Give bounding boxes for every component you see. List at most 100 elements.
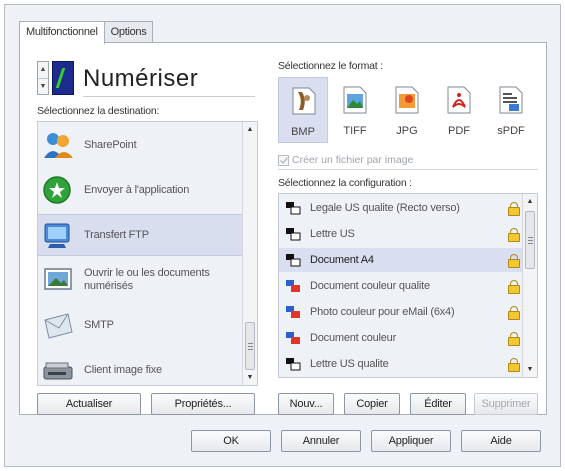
format-bmp[interactable]: BMP bbox=[278, 77, 328, 143]
refresh-button[interactable]: Actualiser bbox=[37, 393, 141, 415]
sharepoint-icon bbox=[42, 130, 74, 160]
page-title: Numériser bbox=[83, 65, 199, 92]
destination-item-label: Client image fixe bbox=[84, 363, 162, 376]
delete-button[interactable]: Supprimer bbox=[474, 393, 538, 415]
bw-document-icon bbox=[285, 253, 301, 267]
scroll-down-icon[interactable]: ▼ bbox=[243, 370, 257, 385]
scrollbar-thumb[interactable] bbox=[525, 211, 535, 269]
cancel-button[interactable]: Annuler bbox=[281, 430, 361, 452]
configuration-item[interactable]: Lettre US bbox=[279, 222, 522, 246]
configuration-item[interactable]: Photo couleur pour eMail (6x4) bbox=[279, 300, 522, 324]
configuration-item[interactable]: Lettre US qualite bbox=[279, 352, 522, 376]
destination-item-label: Transfert FTP bbox=[84, 228, 149, 241]
format-label: Sélectionnez le format : bbox=[278, 60, 383, 72]
destination-item-label: Envoyer à l'application bbox=[84, 183, 190, 196]
format-label-spdf: sPDF bbox=[497, 125, 525, 137]
checkbox-label: Créer un fichier par image bbox=[292, 154, 414, 166]
title-divider bbox=[83, 96, 255, 97]
destination-item-label: SMTP bbox=[84, 318, 114, 331]
configuration-item-label: Document A4 bbox=[310, 254, 374, 266]
lock-icon bbox=[508, 280, 520, 294]
tab-options[interactable]: Options bbox=[103, 21, 154, 43]
divider bbox=[278, 169, 538, 170]
destination-item-still-image-client[interactable]: Client image fixe bbox=[38, 349, 242, 385]
lock-icon bbox=[508, 358, 520, 372]
format-label-bmp: BMP bbox=[291, 126, 315, 138]
format-jpg[interactable]: JPG bbox=[382, 77, 432, 143]
bw-document-icon bbox=[285, 357, 301, 371]
scan-button-header: ▲ ▼ Numériser bbox=[37, 61, 255, 97]
lock-icon bbox=[508, 332, 520, 346]
configuration-item-label: Photo couleur pour eMail (6x4) bbox=[310, 306, 455, 318]
spdf-format-icon bbox=[497, 85, 525, 115]
tab-panel: ▲ ▼ Numériser Sélectionnez la destinatio… bbox=[19, 42, 547, 415]
properties-button[interactable]: Propriétés... bbox=[151, 393, 255, 415]
scroll-up-icon[interactable]: ▲ bbox=[243, 122, 257, 137]
configuration-item[interactable]: Document couleur bbox=[279, 326, 522, 350]
scan-button-badge-icon bbox=[52, 61, 74, 95]
configuration-scrollbar[interactable]: ▲ ▼ bbox=[522, 194, 537, 377]
spinner-up-icon[interactable]: ▲ bbox=[38, 62, 48, 78]
bw-document-icon bbox=[285, 201, 301, 215]
apply-button[interactable]: Appliquer bbox=[371, 430, 451, 452]
format-spdf[interactable]: sPDF bbox=[486, 77, 536, 143]
color-document-icon bbox=[285, 305, 301, 319]
destination-item-smtp[interactable]: SMTP bbox=[38, 304, 242, 346]
destination-item-send-to-application[interactable]: Envoyer à l'application bbox=[38, 169, 242, 211]
ok-button[interactable]: OK bbox=[191, 430, 271, 452]
bmp-format-icon bbox=[290, 86, 318, 116]
destination-list[interactable]: SharePoint Envoyer à l'application Trans… bbox=[37, 121, 258, 386]
one-file-per-image-checkbox[interactable] bbox=[278, 154, 289, 166]
destination-item-open-documents[interactable]: Ouvrir le ou les documents numérisés bbox=[38, 259, 242, 301]
format-tiff[interactable]: TIFF bbox=[330, 77, 380, 143]
configuration-item-label: Lettre US bbox=[310, 228, 355, 240]
scan-configuration-dialog: Multifonctionnel Options ▲ ▼ Numériser S… bbox=[4, 4, 561, 467]
one-file-per-image-option[interactable]: Créer un fichier par image bbox=[278, 154, 413, 166]
format-label-tiff: TIFF bbox=[343, 125, 367, 137]
lock-icon bbox=[508, 202, 520, 216]
tab-multifonctionnel[interactable]: Multifonctionnel bbox=[19, 21, 105, 44]
configuration-item-label: Legale US qualite (Recto verso) bbox=[310, 202, 460, 214]
configuration-item-label: Document couleur bbox=[310, 332, 397, 344]
color-document-icon bbox=[285, 279, 301, 293]
help-button[interactable]: Aide bbox=[461, 430, 541, 452]
still-image-client-icon bbox=[42, 355, 74, 385]
format-selector: BMP TIFF JPG PDF sPDF bbox=[278, 77, 538, 143]
smtp-email-icon bbox=[42, 310, 74, 340]
new-button[interactable]: Nouv... bbox=[278, 393, 334, 415]
color-document-icon bbox=[285, 331, 301, 345]
tab-bar: Multifonctionnel Options bbox=[19, 21, 154, 44]
copy-button[interactable]: Copier bbox=[344, 393, 400, 415]
lock-icon bbox=[508, 306, 520, 320]
format-label-jpg: JPG bbox=[396, 125, 418, 137]
format-label-pdf: PDF bbox=[448, 125, 470, 137]
destination-item-ftp-transfer[interactable]: Transfert FTP bbox=[38, 214, 242, 256]
button-spinner[interactable]: ▲ ▼ bbox=[37, 61, 49, 95]
configuration-item-label: Lettre US qualite bbox=[310, 358, 389, 370]
open-documents-icon bbox=[42, 265, 74, 295]
ftp-transfer-icon bbox=[42, 220, 74, 250]
edit-button[interactable]: Éditer bbox=[410, 393, 466, 415]
send-to-application-icon bbox=[42, 175, 74, 205]
scroll-down-icon[interactable]: ▼ bbox=[523, 362, 537, 377]
bw-document-icon bbox=[285, 227, 301, 241]
scroll-up-icon[interactable]: ▲ bbox=[523, 194, 537, 209]
configuration-item[interactable]: Legale US qualite (Recto verso) bbox=[279, 196, 522, 220]
pdf-format-icon bbox=[445, 85, 473, 115]
configuration-item-label: Document couleur qualite bbox=[310, 280, 430, 292]
configuration-list[interactable]: Legale US qualite (Recto verso) Lettre U… bbox=[278, 193, 538, 378]
destination-scrollbar[interactable]: ▲ ▼ bbox=[242, 122, 257, 385]
configuration-item[interactable]: Document couleur qualite bbox=[279, 274, 522, 298]
lock-icon bbox=[508, 228, 520, 242]
spinner-down-icon[interactable]: ▼ bbox=[38, 78, 48, 94]
destination-item-label: Ouvrir le ou les documents numérisés bbox=[84, 267, 210, 292]
scrollbar-thumb[interactable] bbox=[245, 322, 255, 370]
configuration-label: Sélectionnez la configuration : bbox=[278, 177, 412, 189]
lock-icon bbox=[508, 254, 520, 268]
destination-item-label: SharePoint bbox=[84, 138, 137, 151]
configuration-item-selected[interactable]: Document A4 bbox=[279, 248, 522, 272]
format-pdf[interactable]: PDF bbox=[434, 77, 484, 143]
jpg-format-icon bbox=[393, 85, 421, 115]
tiff-format-icon bbox=[341, 85, 369, 115]
destination-item-sharepoint[interactable]: SharePoint bbox=[38, 124, 242, 166]
